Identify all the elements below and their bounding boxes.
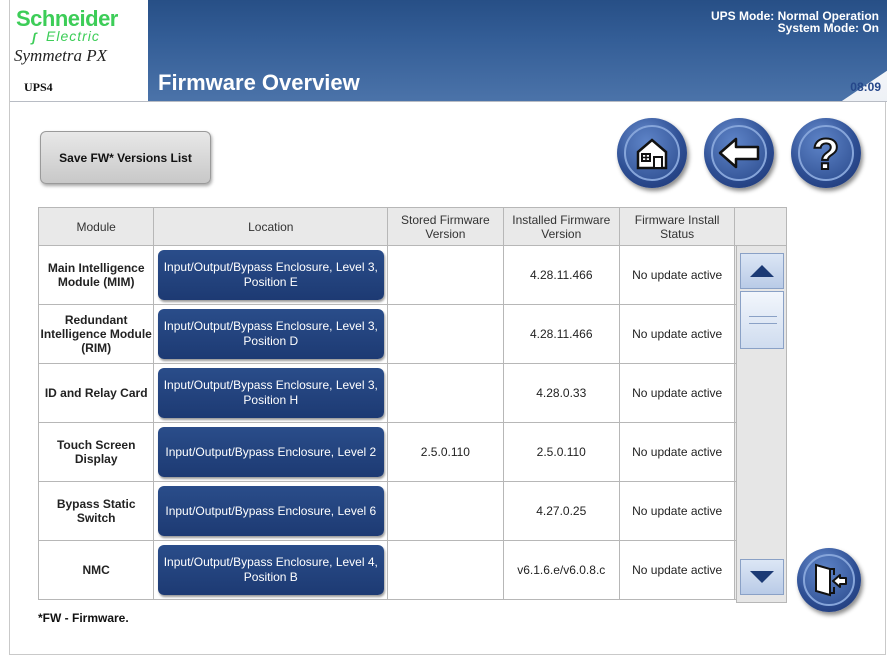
installed-version: 2.5.0.110 xyxy=(502,422,620,482)
installed-version: 4.28.11.466 xyxy=(502,304,620,364)
table-row: Bypass Static Switch Input/Output/Bypass… xyxy=(37,481,787,541)
header-installed-version: Installed Firmware Version xyxy=(502,207,620,246)
stored-version xyxy=(387,481,504,541)
help-button[interactable]: ? xyxy=(791,118,861,188)
location-button[interactable]: Input/Output/Bypass Enclosure, Level 4, … xyxy=(157,545,384,595)
module-name: Bypass Static Switch xyxy=(37,481,155,541)
stored-version xyxy=(387,540,504,600)
save-fw-versions-button[interactable]: Save FW* Versions List xyxy=(40,131,211,184)
header-scroll-column xyxy=(734,207,787,246)
firmware-table: Module Location Stored Firmware Version … xyxy=(37,207,787,600)
back-button[interactable] xyxy=(704,118,774,188)
scroll-up-button[interactable] xyxy=(740,253,784,289)
location-button[interactable]: Input/Output/Bypass Enclosure, Level 3, … xyxy=(157,368,384,418)
header-stored-version: Stored Firmware Version xyxy=(387,207,504,246)
installed-version: 4.28.11.466 xyxy=(502,245,620,305)
chevron-down-icon xyxy=(750,571,774,583)
header: Schneider ʃ Electric Symmetra PX UPS4 Fi… xyxy=(10,0,887,102)
table-row: NMC Input/Output/Bypass Enclosure, Level… xyxy=(37,540,787,600)
scroll-thumb[interactable] xyxy=(740,291,784,349)
page-title: Firmware Overview xyxy=(158,70,360,95)
brand-sub: Electric xyxy=(46,28,100,44)
logo: Schneider ʃ Electric Symmetra PX UPS4 xyxy=(10,0,148,101)
module-name: Redundant Intelligence Module (RIM) xyxy=(37,304,155,364)
grip-icon xyxy=(749,316,777,324)
table-row: Touch Screen Display Input/Output/Bypass… xyxy=(37,422,787,482)
svg-text:?: ? xyxy=(813,131,840,175)
module-name: NMC xyxy=(37,540,155,600)
stored-version: 2.5.0.110 xyxy=(387,422,504,482)
exit-door-icon xyxy=(815,563,847,597)
footnote: *FW - Firmware. xyxy=(38,611,129,625)
scroll-down-button[interactable] xyxy=(740,559,784,595)
header-location: Location xyxy=(153,207,389,246)
table-row: Main Intelligence Module (MIM) Input/Out… xyxy=(37,245,787,305)
header-module: Module xyxy=(37,207,155,246)
install-status: No update active xyxy=(618,245,736,305)
table-header-row: Module Location Stored Firmware Version … xyxy=(37,207,787,246)
help-icon: ? xyxy=(812,131,841,175)
app-frame: Schneider ʃ Electric Symmetra PX UPS4 Fi… xyxy=(9,0,887,655)
install-status: No update active xyxy=(618,363,736,423)
installed-version: 4.27.0.25 xyxy=(502,481,620,541)
chevron-up-icon xyxy=(750,265,774,277)
back-arrow-icon xyxy=(718,137,760,169)
table-row: Redundant Intelligence Module (RIM) Inpu… xyxy=(37,304,787,364)
mode-status: UPS Mode: Normal Operation System Mode: … xyxy=(711,10,879,34)
install-status: No update active xyxy=(618,422,736,482)
header-install-status: Firmware Install Status xyxy=(618,207,736,246)
home-icon xyxy=(636,138,668,170)
install-status: No update active xyxy=(618,304,736,364)
location-button[interactable]: Input/Output/Bypass Enclosure, Level 3, … xyxy=(157,250,384,300)
stored-version xyxy=(387,304,504,364)
unit-name: UPS4 xyxy=(24,80,53,94)
stored-version xyxy=(387,245,504,305)
table-row: ID and Relay Card Input/Output/Bypass En… xyxy=(37,363,787,423)
install-status: No update active xyxy=(618,540,736,600)
product-name: Symmetra PX xyxy=(14,46,108,65)
location-button[interactable]: Input/Output/Bypass Enclosure, Level 2 xyxy=(157,427,384,477)
table-scrollbar[interactable] xyxy=(736,246,787,603)
system-mode: System Mode: On xyxy=(777,21,879,35)
home-button[interactable] xyxy=(617,118,687,188)
stored-version xyxy=(387,363,504,423)
installed-version: 4.28.0.33 xyxy=(502,363,620,423)
module-name: ID and Relay Card xyxy=(37,363,155,423)
module-name: Touch Screen Display xyxy=(37,422,155,482)
installed-version: v6.1.6.e/v6.0.8.c xyxy=(502,540,620,600)
module-name: Main Intelligence Module (MIM) xyxy=(37,245,155,305)
location-button[interactable]: Input/Output/Bypass Enclosure, Level 3, … xyxy=(157,309,384,359)
install-status: No update active xyxy=(618,481,736,541)
clock: 08:09 xyxy=(850,80,881,94)
brand-swoosh-icon: ʃ xyxy=(32,30,37,45)
exit-button[interactable] xyxy=(797,548,861,612)
location-button[interactable]: Input/Output/Bypass Enclosure, Level 6 xyxy=(157,486,384,536)
